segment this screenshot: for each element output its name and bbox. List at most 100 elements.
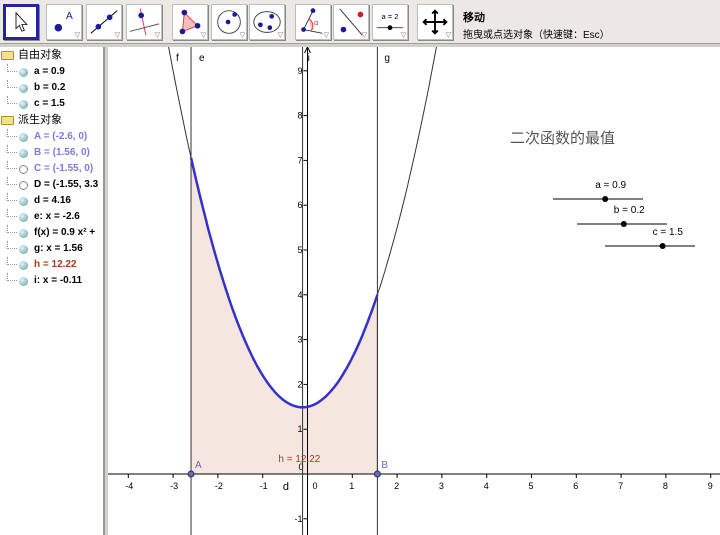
- tree-branch: [7, 193, 17, 201]
- folder-label: 自由对象: [18, 49, 62, 61]
- tree-branch: [7, 209, 17, 217]
- visibility-toggle-icon[interactable]: [19, 84, 28, 93]
- graphics-view[interactable]: -4 -3 -2 -1 0 1 2 3 4 5 6 7 8 9 -1 1 2 3 4 5 6 7 8 9 0 f e i g d h = 1…: [108, 47, 720, 535]
- folder-icon: [1, 51, 14, 60]
- x-tick-label: 4: [484, 481, 489, 491]
- algebra-item[interactable]: a = 0.9: [0, 64, 103, 80]
- slider-label: a = 0.9: [595, 180, 626, 191]
- x-tick-label: 1: [349, 481, 354, 491]
- label-A: A: [195, 460, 202, 471]
- visibility-toggle-icon[interactable]: [19, 133, 28, 142]
- tree-branch: [7, 96, 17, 104]
- algebra-item-text: f(x) = 0.9 x² +: [34, 227, 96, 238]
- point-B: [373, 470, 381, 478]
- free-objects-folder[interactable]: 自由对象: [0, 47, 103, 64]
- move-tool-button[interactable]: [3, 4, 39, 40]
- visibility-toggle-icon[interactable]: [19, 149, 28, 158]
- visibility-toggle-icon[interactable]: [19, 181, 28, 190]
- graph-canvas[interactable]: -4 -3 -2 -1 0 1 2 3 4 5 6 7 8 9-11234567890f e i gdh = 1…: [108, 47, 720, 535]
- algebra-view: 自由对象 a = 0.9 b = 0.2 c = 1.5 派生对象 A = (-2.…: [0, 47, 105, 535]
- folder-icon: [1, 116, 14, 125]
- graph-title: 二次函数的最值: [510, 129, 615, 147]
- algebra-item-text: c = 1.5: [34, 98, 65, 109]
- algebra-item-text: g: x = 1.56: [34, 243, 83, 254]
- algebra-item[interactable]: D = (-1.55, 3.3: [0, 177, 103, 193]
- visibility-toggle-icon[interactable]: [19, 245, 28, 254]
- visibility-toggle-icon[interactable]: [19, 165, 28, 174]
- y-tick-label: 4: [298, 290, 303, 300]
- line-tool-button[interactable]: ▽: [86, 4, 122, 40]
- dependent-objects-folder[interactable]: 派生对象: [0, 112, 103, 129]
- algebra-item[interactable]: C = (-1.55, 0): [0, 161, 103, 177]
- y-tick-label: 5: [298, 245, 303, 255]
- algebra-item-text: i: x = -0.11: [34, 275, 83, 286]
- tree-branch: [7, 129, 17, 137]
- algebra-item[interactable]: h = 12.22: [0, 257, 103, 273]
- visibility-toggle-icon[interactable]: [19, 277, 28, 286]
- svg-text:α: α: [314, 18, 319, 27]
- algebra-item[interactable]: d = 4.16: [0, 193, 103, 209]
- algebra-item[interactable]: g: x = 1.56: [0, 241, 103, 257]
- y-tick-label: 6: [298, 200, 303, 210]
- tree-branch: [7, 225, 17, 233]
- visibility-toggle-icon[interactable]: [19, 261, 28, 270]
- tree-branch: [7, 80, 17, 88]
- algebra-item[interactable]: A = (-2.6, 0): [0, 129, 103, 145]
- x-tick-label: -1: [260, 481, 268, 491]
- algebra-item[interactable]: c = 1.5: [0, 96, 103, 112]
- algebra-item[interactable]: b = 0.2: [0, 80, 103, 96]
- algebra-item[interactable]: e: x = -2.6: [0, 209, 103, 225]
- tree-branch: [7, 145, 17, 153]
- slider-tool-button[interactable]: a = 2 ▽: [372, 4, 408, 40]
- y-tick-label: -1: [295, 514, 303, 524]
- algebra-item[interactable]: f(x) = 0.9 x² +: [0, 225, 103, 241]
- algebra-item[interactable]: i: x = -0.11: [0, 273, 103, 289]
- label-g: g: [384, 53, 390, 64]
- slider-knob[interactable]: [659, 243, 666, 249]
- x-tick-label: 7: [618, 481, 623, 491]
- tool-help: 拖曳或点选对象（快速键：Esc）: [463, 30, 610, 41]
- algebra-item-text: D = (-1.55, 3.3: [34, 179, 99, 190]
- x-tick-label: -4: [125, 481, 133, 491]
- y-tick-label: 1: [298, 424, 303, 434]
- perpendicular-tool-button[interactable]: ▽: [126, 4, 162, 40]
- visibility-toggle-icon[interactable]: [19, 100, 28, 109]
- slider-knob[interactable]: [602, 196, 609, 202]
- polygon-tool-button[interactable]: ▽: [172, 4, 208, 40]
- visibility-toggle-icon[interactable]: [19, 197, 28, 206]
- folder-label: 派生对象: [18, 114, 62, 126]
- x-tick-label: 6: [573, 481, 578, 491]
- algebra-item-text: B = (1.56, 0): [34, 147, 90, 158]
- algebra-item[interactable]: B = (1.56, 0): [0, 145, 103, 161]
- label-h: h = 12.22: [278, 454, 320, 465]
- angle-tool-button[interactable]: α ▽: [295, 4, 331, 40]
- slider-knob[interactable]: [620, 221, 627, 227]
- circle-tool-button[interactable]: ▽: [211, 4, 247, 40]
- move-view-tool-button[interactable]: ▽: [417, 4, 453, 40]
- visibility-toggle-icon[interactable]: [19, 213, 28, 222]
- y-tick-label: 8: [298, 111, 303, 121]
- x-tick-label: 3: [439, 481, 444, 491]
- x-tick-label: 2: [394, 481, 399, 491]
- tree-branch: [7, 177, 17, 185]
- algebra-item-text: a = 0.9: [34, 66, 65, 77]
- y-tick-label: 7: [298, 155, 303, 165]
- visibility-toggle-icon[interactable]: [19, 229, 28, 238]
- x-tick-label: 5: [529, 481, 534, 491]
- algebra-item-text: h = 12.22: [34, 259, 77, 270]
- algebra-item-text: b = 0.2: [34, 82, 66, 93]
- x-tick-label: 0: [313, 481, 318, 491]
- point-tool-button[interactable]: A ▽: [46, 4, 82, 40]
- slider-label: c = 1.5: [653, 227, 684, 238]
- y-tick-label: 9: [298, 66, 303, 76]
- cursor-icon: [15, 11, 28, 32]
- reflect-tool-button[interactable]: ▽: [333, 4, 369, 40]
- algebra-item-text: A = (-2.6, 0): [34, 131, 88, 142]
- tool-title: 移动: [463, 12, 485, 24]
- tree-branch: [7, 257, 17, 265]
- visibility-toggle-icon[interactable]: [19, 68, 28, 77]
- conic-tool-button[interactable]: ▽: [249, 4, 285, 40]
- tree-branch: [7, 161, 17, 169]
- label-f: f: [176, 53, 179, 64]
- integral-region: [190, 157, 378, 475]
